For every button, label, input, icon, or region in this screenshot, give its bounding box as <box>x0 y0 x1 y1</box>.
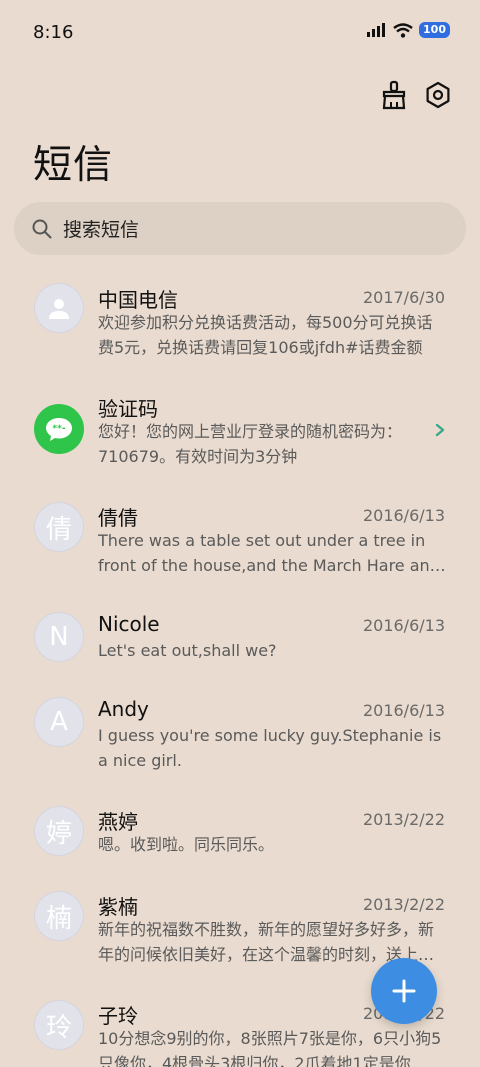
message-preview: 您好！您的网上营业厅登录的随机密码为：710679。有效时间为3分钟 <box>98 422 403 466</box>
wifi-icon <box>393 22 413 38</box>
message-date: 2016/6/13 <box>362 506 445 525</box>
status-icons: 100 <box>367 22 450 38</box>
new-message-button[interactable] <box>371 958 437 1024</box>
message-preview: There was a table set out under a tree i… <box>98 531 440 575</box>
message-list[interactable]: 中国电信 2017/6/30 欢迎参加积分兑换话费活动，每500分可兑换话费5元… <box>0 270 480 1067</box>
message-date: 2016/6/13 <box>362 616 445 635</box>
avatar: 玲 <box>34 1000 84 1050</box>
avatar-initial: A <box>50 707 68 737</box>
contact-name: 子玲 <box>98 1004 138 1028</box>
verification-code-icon: **- <box>46 418 72 441</box>
avatar-initial: N <box>49 622 69 652</box>
avatar: 倩 <box>34 502 84 552</box>
contact-name: 倩倩 <box>98 506 138 530</box>
battery-indicator: 100 <box>419 22 450 38</box>
status-time: 8:16 <box>33 22 74 43</box>
svg-text:**-: **- <box>52 424 65 434</box>
contact-name: 验证码 <box>98 397 158 421</box>
settings-button[interactable] <box>420 77 456 113</box>
contact-name: 燕婷 <box>98 810 138 834</box>
message-preview: 欢迎参加积分兑换话费活动，每500分可兑换话费5元，兑换话费请回复106或jfd… <box>98 313 433 357</box>
settings-icon <box>426 81 450 109</box>
search-placeholder: 搜索短信 <box>63 219 140 241</box>
contact-name: Nicole <box>98 612 160 636</box>
page-title: 短信 <box>33 143 114 188</box>
avatar: 婷 <box>34 806 84 856</box>
message-preview: I guess you're some lucky guy.Stephanie … <box>98 726 442 770</box>
contact-name: Andy <box>98 697 149 721</box>
search-input[interactable]: 搜索短信 <box>14 202 466 255</box>
avatar-initial: 倩 <box>45 514 72 545</box>
avatar: N <box>34 612 84 662</box>
search-icon <box>32 219 52 238</box>
message-date: 2013/2/22 <box>362 895 445 914</box>
avatar: A <box>34 697 84 747</box>
chevron-right-icon[interactable] <box>433 423 447 437</box>
plus-icon <box>392 979 416 1003</box>
signal-icon <box>367 23 386 37</box>
contact-name: 中国电信 <box>98 288 178 312</box>
message-preview: 10分想念9别的你，8张照片7张是你，6只小狗5只像你，4根骨头3根归你，2爪着… <box>98 1029 442 1067</box>
clean-button[interactable] <box>376 77 412 113</box>
contact-name: 紫楠 <box>98 895 138 919</box>
person-icon <box>49 299 69 319</box>
status-bar: 8:16 100 <box>0 0 480 68</box>
avatar-initial: 婷 <box>45 818 72 849</box>
message-date: 2017/6/30 <box>362 288 445 307</box>
avatar: **- <box>34 404 84 454</box>
avatar-initial: 楠 <box>45 903 72 934</box>
avatar <box>34 283 84 333</box>
avatar: 楠 <box>34 891 84 941</box>
broom-icon <box>382 80 406 110</box>
avatar-initial: 玲 <box>45 1012 72 1043</box>
message-date: 2013/2/22 <box>362 810 445 829</box>
message-preview: Let's eat out,shall we? <box>98 641 277 660</box>
message-date: 2016/6/13 <box>362 701 445 720</box>
message-preview: 嗯。收到啦。同乐同乐。 <box>98 835 275 854</box>
